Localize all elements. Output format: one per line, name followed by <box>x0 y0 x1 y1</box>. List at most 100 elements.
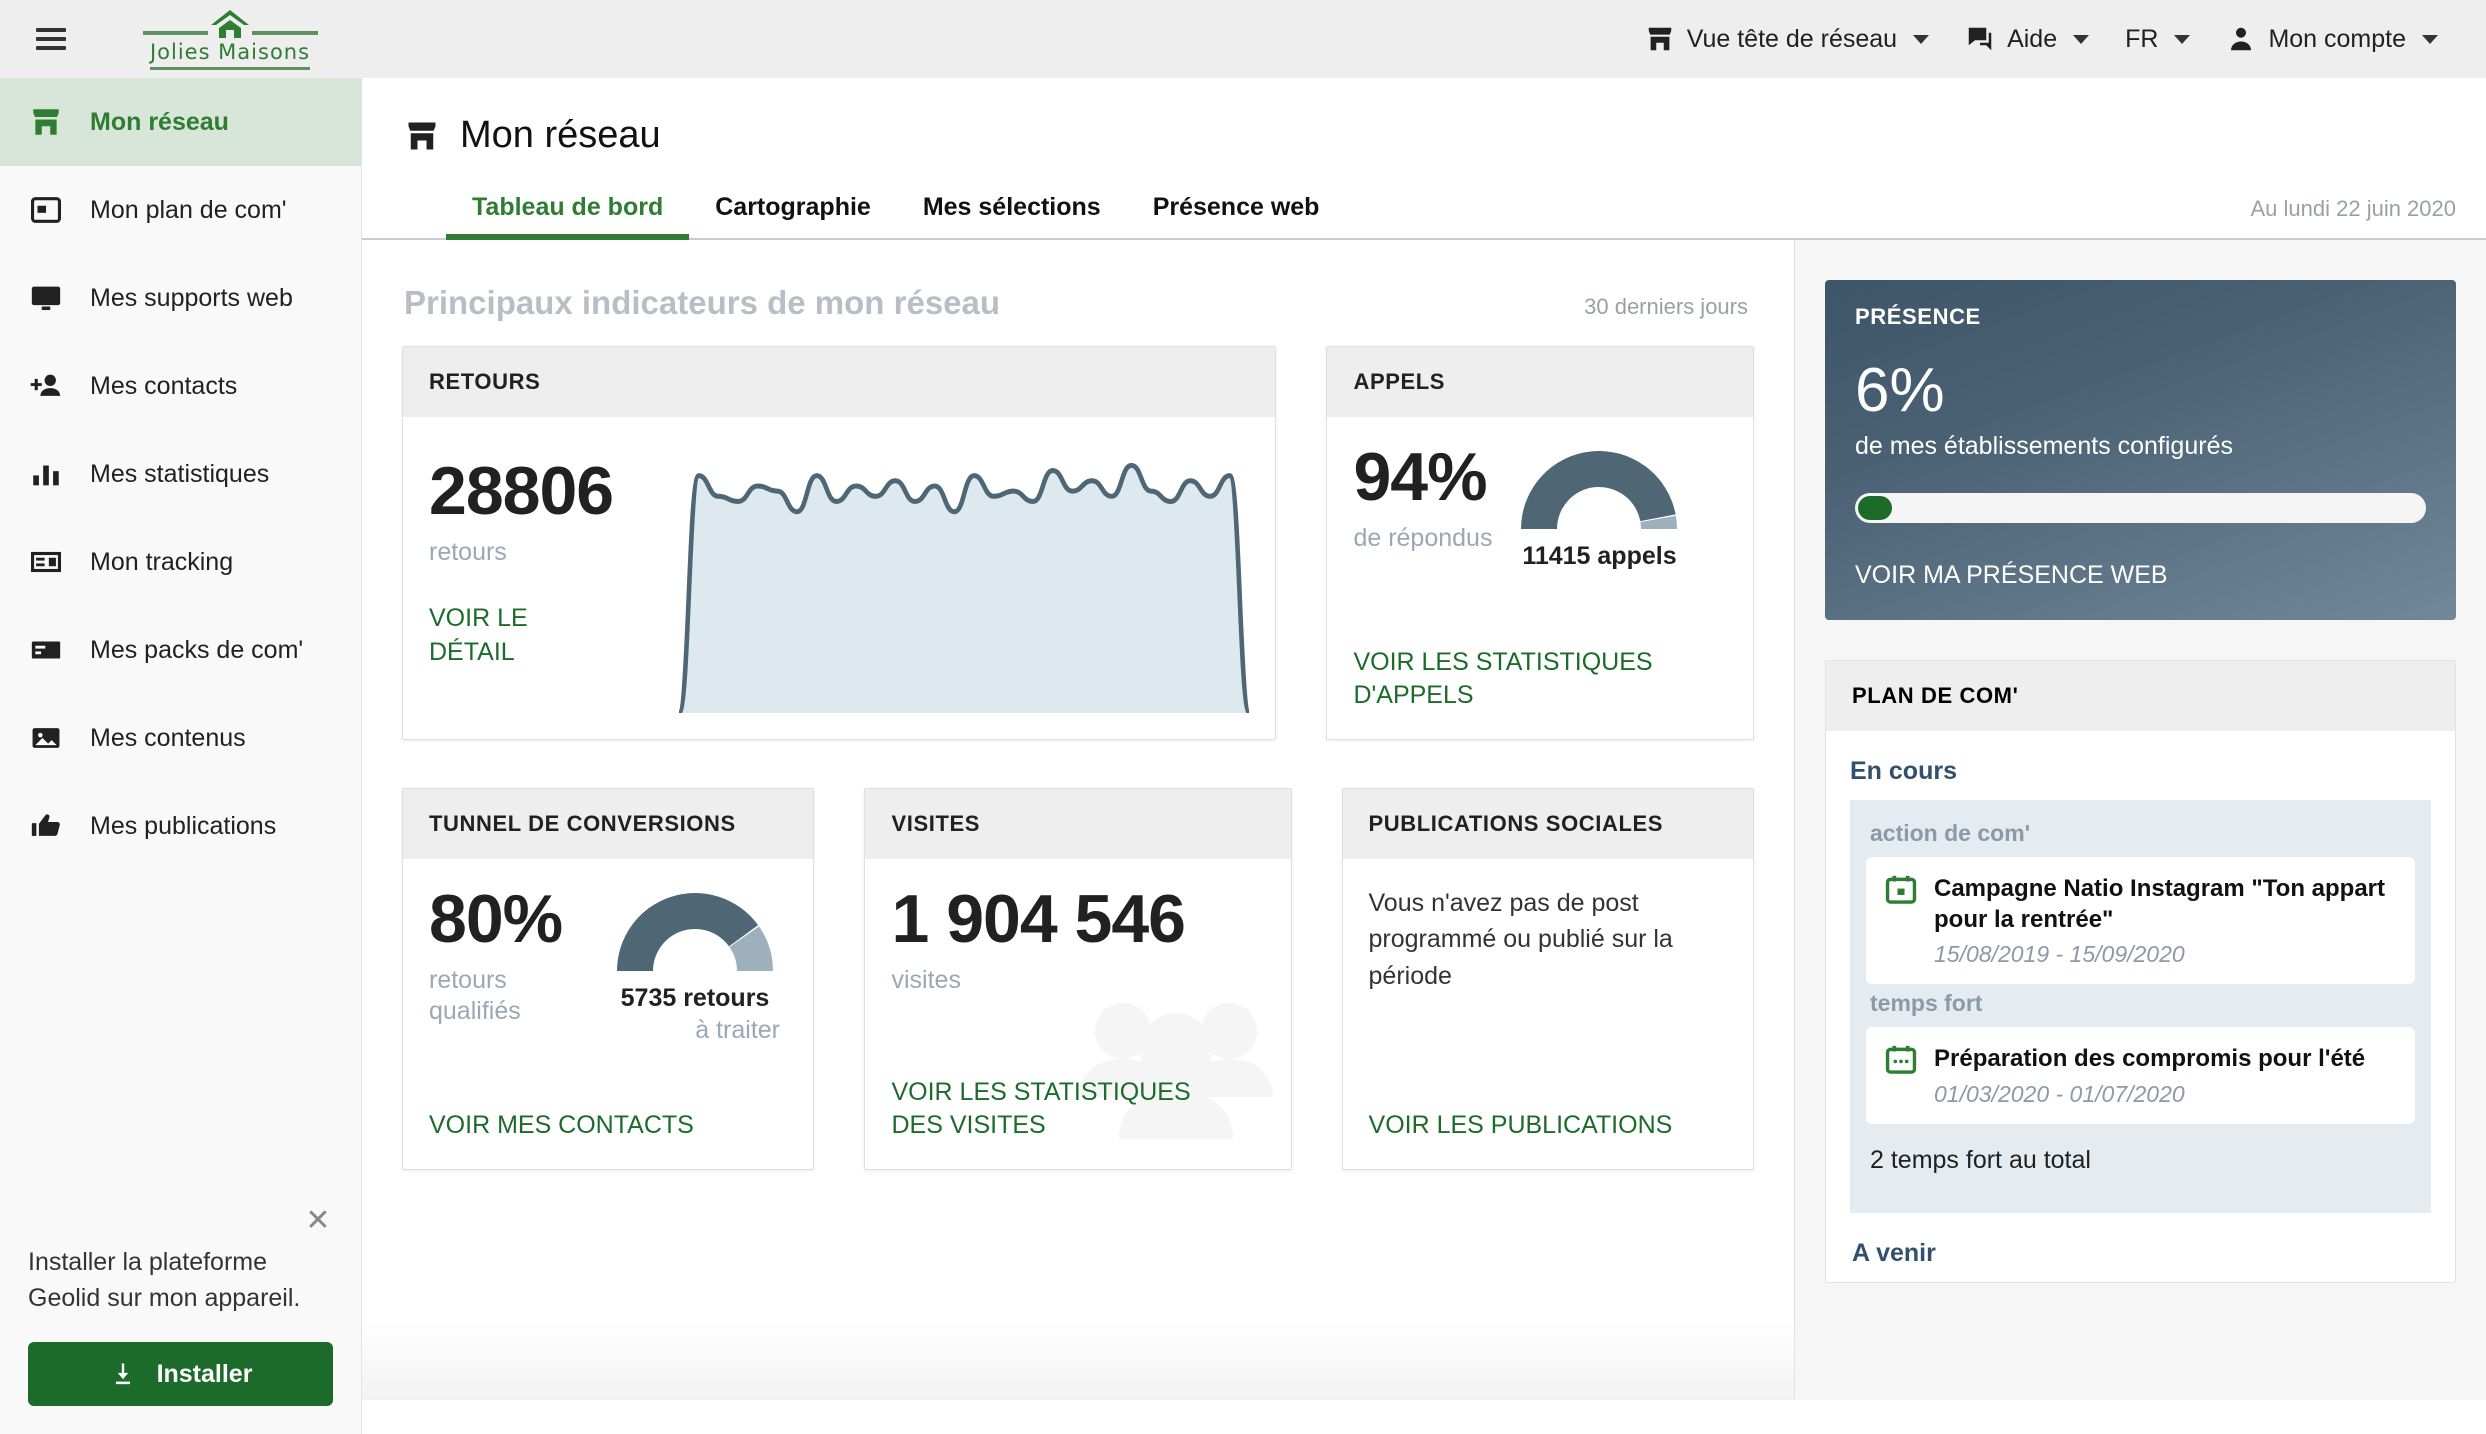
sidebar-item-publications[interactable]: Mes publications <box>0 782 361 870</box>
kpi-column: Principaux indicateurs de mon réseau 30 … <box>362 240 1794 1400</box>
sidebar-item-label: Mon plan de com' <box>90 195 287 224</box>
dashboard-content: Principaux indicateurs de mon réseau 30 … <box>362 196 2486 1400</box>
presence-subtitle: de mes établissements configurés <box>1855 432 2233 460</box>
plan-item-temps-dates: 01/03/2020 - 01/07/2020 <box>1934 1080 2185 1107</box>
tunnel-unit: retours qualifiés <box>429 966 521 1026</box>
person-add-icon <box>28 368 64 404</box>
plan-kind-action: action de com' <box>1870 820 2031 846</box>
appels-gauge: 11415 appels <box>1514 443 1684 571</box>
visites-cta[interactable]: VOIR LES STATISTIQUES DES VISITES <box>891 1076 1241 1144</box>
sidebar-item-label: Mes supports web <box>90 283 293 312</box>
gauge-tunnel-svg <box>617 893 773 971</box>
monitor-icon <box>28 280 64 316</box>
card-tunnel-title: TUNNEL DE CONVERSIONS <box>403 789 814 859</box>
logo-rule-right <box>252 31 318 35</box>
logo-rule-left <box>142 31 208 35</box>
store-icon <box>28 104 64 140</box>
retours-unit: retours <box>429 538 507 566</box>
visites-value: 1 904 546 <box>891 881 1186 957</box>
card-visites-body: 1 904 546 visites VOIR LES STATISTIQUES … <box>865 859 1290 1169</box>
plan-kind-temps: temps fort <box>1870 990 1983 1017</box>
sidebar-item-mon-reseau[interactable]: Mon réseau <box>0 78 361 166</box>
plan-total: 2 temps fort au total <box>1870 1145 2091 1174</box>
tunnel-cta[interactable]: VOIR MES CONTACTS <box>429 1109 694 1143</box>
presence-progress-knob <box>1858 496 1892 520</box>
brand-logo[interactable]: Jolies Maisons <box>140 4 320 74</box>
top-nav-account[interactable]: Mon compte <box>2208 0 2456 78</box>
house-icon <box>211 10 249 38</box>
sidebar-item-packs-de-com[interactable]: Mes packs de com' <box>0 606 361 694</box>
card-tunnel-body: 80% retours qualifiés 5735 retours à tra… <box>403 859 813 1169</box>
card-visites: VISITES 1 904 546 visites VOIR LES STATI… <box>864 788 1292 1170</box>
card-visites-title: VISITES <box>865 789 1291 859</box>
sidebar-item-plan-de-com[interactable]: Mon plan de com' <box>0 166 361 254</box>
install-prompt-text: Installer la plateforme Geolid sur mon a… <box>28 1247 301 1312</box>
card-retours: RETOURS 28806 retours VOIR LE DÉTAIL <box>402 346 1277 740</box>
tracking-icon <box>28 544 64 580</box>
thumb-up-icon <box>28 808 64 844</box>
sidebar-item-label: Mon tracking <box>90 547 234 576</box>
appels-unit: de répondus <box>1353 524 1493 552</box>
card-retours-body: 28806 retours VOIR LE DÉTAIL <box>403 417 1275 739</box>
calendar-icon <box>28 192 64 228</box>
sidebar: Mon réseau Mon plan de com' Mes supports… <box>0 78 362 1434</box>
card-row-bottom: TUNNEL DE CONVERSIONS 80% retours qualif… <box>402 788 1754 1170</box>
install-prompt: ✕ Installer la plateforme Geolid sur mon… <box>0 1205 361 1434</box>
visites-unit: visites <box>891 966 961 994</box>
bar-chart-icon <box>28 456 64 492</box>
retours-sparkline-chart <box>676 443 1252 716</box>
card-presence: PRÉSENCE 6% de mes établissements config… <box>1825 280 2456 620</box>
publications-cta[interactable]: VOIR LES PUBLICATIONS <box>1369 1109 1673 1143</box>
top-nav-network-view[interactable]: Vue tête de réseau <box>1627 0 1947 78</box>
tab-cartographie[interactable]: Cartographie <box>689 193 897 238</box>
sidebar-item-statistiques[interactable]: Mes statistiques <box>0 430 361 518</box>
tunnel-gauge-caption-bold: 5735 retours <box>620 984 770 1012</box>
sidebar-item-label: Mes contacts <box>90 371 238 400</box>
sidebar-item-contacts[interactable]: Mes contacts <box>0 342 361 430</box>
top-nav-language[interactable]: FR <box>2107 0 2208 78</box>
gauge-appels-svg <box>1521 451 1678 529</box>
sidebar-item-label: Mes publications <box>90 811 277 840</box>
close-icon[interactable]: ✕ <box>303 1205 333 1236</box>
tab-presence-web[interactable]: Présence web <box>1127 193 1346 238</box>
plan-item-action-dates: 15/08/2019 - 15/09/2020 <box>1934 941 2185 968</box>
tunnel-gauge-caption-light: à traiter <box>695 1016 780 1044</box>
presence-title: PRÉSENCE <box>1855 304 1981 329</box>
appels-cta[interactable]: VOIR LES STATISTIQUES D'APPELS <box>1353 646 1663 714</box>
install-button[interactable]: Installer <box>28 1342 333 1406</box>
store-icon <box>408 122 436 149</box>
sidebar-item-supports-web[interactable]: Mes supports web <box>0 254 361 342</box>
hamburger-icon[interactable] <box>36 28 66 50</box>
appels-gauge-caption: 11415 appels <box>1522 542 1677 570</box>
chevron-down-icon <box>2073 34 2090 44</box>
plan-item-temps[interactable]: Préparation des compromis pour l'été 01/… <box>1866 1027 2415 1124</box>
tab-mes-selections[interactable]: Mes sélections <box>897 193 1127 238</box>
tab-tableau-de-bord[interactable]: Tableau de bord <box>446 193 690 240</box>
top-nav: Vue tête de réseau Aide FR Mon compte <box>1627 0 2456 78</box>
section-title: Principaux indicateurs de mon réseau <box>404 284 1001 321</box>
card-appels-title: APPELS <box>1327 347 1753 417</box>
top-bar: Jolies Maisons Vue tête de réseau Aide F… <box>0 0 2486 78</box>
calendar-event-icon <box>1885 1046 1917 1075</box>
plan-body: En cours action de com' Campagne Natio I… <box>1826 731 2455 1282</box>
top-nav-help[interactable]: Aide <box>1947 0 2107 78</box>
image-icon <box>28 720 64 756</box>
download-icon <box>115 1363 130 1385</box>
main-content: Mon réseau Tableau de bord Cartographie … <box>362 78 2486 1434</box>
card-publications: PUBLICATIONS SOCIALES Vous n'avez pas de… <box>1341 788 1754 1170</box>
install-button-label: Installer <box>156 1359 253 1388</box>
plan-group-en-cours: En cours <box>1850 757 1957 785</box>
top-nav-label: Vue tête de réseau <box>1686 24 1898 53</box>
sidebar-item-contenus[interactable]: Mes contenus <box>0 694 361 782</box>
sidebar-item-tracking[interactable]: Mon tracking <box>0 518 361 606</box>
person-icon <box>2226 24 2256 54</box>
calendar-event-icon <box>1885 875 1917 904</box>
plan-item-temps-title: Préparation des compromis pour l'été <box>1934 1045 2366 1073</box>
tab-bar: Tableau de bord Cartographie Mes sélecti… <box>362 193 2486 240</box>
plan-item-action[interactable]: Campagne Natio Instagram "Ton appart pou… <box>1866 857 2415 985</box>
presence-cta[interactable]: VOIR MA PRÉSENCE WEB <box>1855 561 2426 590</box>
plan-block-current: action de com' Campagne Natio Instagram … <box>1850 800 2431 1213</box>
chevron-down-icon <box>2174 34 2191 44</box>
retours-cta[interactable]: VOIR LE DÉTAIL <box>429 602 559 670</box>
tunnel-gauge: 5735 retours à traiter <box>610 885 780 1046</box>
